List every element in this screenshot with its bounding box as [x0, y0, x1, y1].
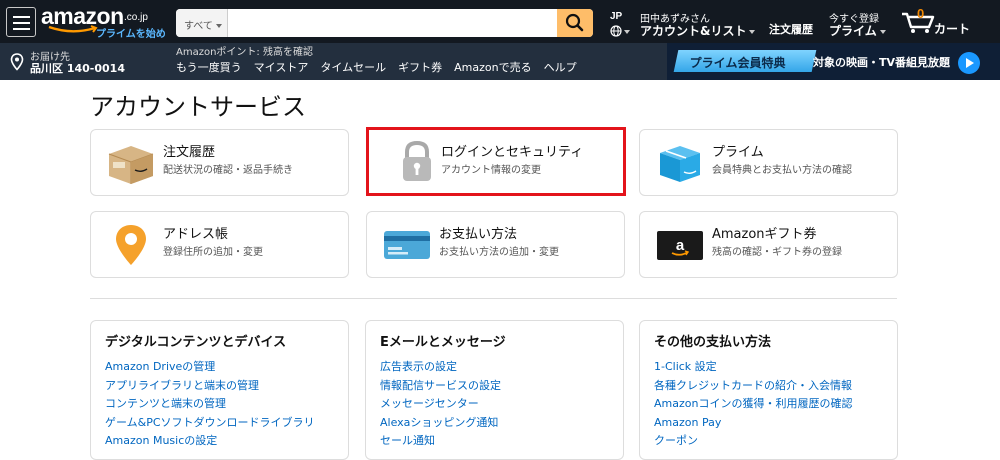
search-category-label: すべて — [184, 21, 213, 32]
card-title: プライム — [712, 145, 764, 160]
link-coupons[interactable]: クーポン — [654, 432, 883, 451]
section-email-messages: Eメールとメッセージ 広告表示の設定 情報配信サービスの設定 メッセージセンター… — [365, 320, 624, 460]
card-address-book[interactable]: アドレス帳 登録住所の追加・変更 — [90, 211, 349, 278]
deliver-to-address: 品川区 140-0014 — [30, 62, 125, 75]
prime-box-icon — [660, 146, 700, 182]
subnav-link-gift-card[interactable]: ギフト券 — [398, 59, 442, 75]
globe-icon — [610, 25, 622, 37]
prime-label: プライム — [829, 22, 886, 39]
account-lists-label: アカウント&リスト — [640, 22, 756, 39]
link-info-delivery[interactable]: 情報配信サービスの設定 — [380, 377, 609, 396]
menu-line — [13, 16, 30, 18]
card-subtitle: 登録住所の追加・変更 — [163, 247, 263, 258]
amazon-logo[interactable]: amazon .co.jp プライムを始める — [41, 3, 169, 55]
card-subtitle: 会員特典とお支払い方法の確認 — [712, 165, 852, 176]
svg-text:a: a — [676, 237, 685, 254]
link-content-devices[interactable]: コンテンツと端末の管理 — [105, 395, 334, 414]
prime-benefit-badge: プライム会員特典 — [673, 50, 817, 72]
map-pin-icon — [116, 225, 146, 265]
account-menu[interactable]: 田中あずみさん アカウント&リスト — [640, 10, 758, 38]
link-alexa-notifications[interactable]: Alexaショッピング通知 — [380, 414, 609, 433]
top-nav: amazon .co.jp プライムを始める すべて JP 田中あずみさん アカ… — [0, 0, 1000, 55]
card-title: お支払い方法 — [439, 227, 518, 242]
chevron-down-icon — [215, 24, 222, 28]
orders-link[interactable]: 注文履歴 — [769, 21, 813, 37]
search-button[interactable] — [557, 9, 593, 37]
link-app-library[interactable]: アプリライブラリと端末の管理 — [105, 377, 334, 396]
search-input[interactable] — [229, 9, 557, 37]
link-game-pc-library[interactable]: ゲーム&PCソフトダウンロードライブラリ — [105, 414, 334, 433]
cart-count: 0 — [917, 6, 925, 21]
card-payment-methods[interactable]: お支払い方法 お支払い方法の追加・変更 — [366, 211, 625, 278]
section-digital-content: デジタルコンテンツとデバイス Amazon Driveの管理 アプリライブラリと… — [90, 320, 349, 460]
card-title: 注文履歴 — [163, 145, 216, 160]
subnav-link-buy-again[interactable]: もう一度買う — [176, 59, 242, 75]
lock-icon — [403, 140, 431, 181]
search-bar: すべて — [176, 9, 593, 37]
cart-button[interactable]: 0 カート — [901, 6, 973, 38]
link-amazon-coins[interactable]: Amazonコインの獲得・利用履歴の確認 — [654, 395, 883, 414]
card-subtitle: 残高の確認・ギフト券の登録 — [712, 247, 842, 258]
language-selector[interactable]: JP — [609, 11, 633, 37]
page-title: アカウントサービス — [90, 93, 306, 121]
menu-line — [13, 28, 30, 30]
subnav-link-sell[interactable]: Amazonで売る — [454, 59, 531, 75]
link-message-center[interactable]: メッセージセンター — [380, 395, 609, 414]
card-title: アドレス帳 — [163, 227, 229, 242]
link-amazon-drive[interactable]: Amazon Driveの管理 — [105, 358, 334, 377]
link-sale-notifications[interactable]: セール通知 — [380, 432, 609, 451]
location-pin-icon — [10, 53, 24, 71]
prime-video-banner[interactable]: プライム会員特典 対象の映画・TV番組見放題 — [667, 43, 1000, 80]
section-divider — [90, 298, 897, 299]
prime-watch-text: 対象の映画・TV番組見放題 — [813, 56, 951, 69]
link-ad-settings[interactable]: 広告表示の設定 — [380, 358, 609, 377]
link-amazon-music-settings[interactable]: Amazon Musicの設定 — [105, 432, 334, 451]
package-icon — [108, 146, 154, 184]
section-title: Eメールとメッセージ — [380, 335, 506, 350]
prime-benefit-text: プライム会員特典 — [689, 56, 786, 70]
subnav-links: もう一度買う マイストア タイムセール ギフト券 Amazonで売る ヘルプ — [176, 59, 577, 75]
cart-label: カート — [934, 22, 971, 36]
menu-line — [13, 22, 30, 24]
account-lists-text: アカウント&リスト — [640, 24, 747, 38]
search-category-dropdown[interactable]: すべて — [176, 9, 228, 37]
deliver-to-button[interactable]: お届け先 品川区 140-0014 — [10, 48, 130, 76]
chevron-down-icon — [749, 29, 756, 34]
card-subtitle: 配送状況の確認・返品手続き — [163, 165, 293, 176]
chevron-down-icon — [624, 30, 630, 34]
section-other-payments: その他の支払い方法 1-Click 設定 各種クレジットカードの紹介・入会情報 … — [639, 320, 898, 460]
credit-card-icon — [384, 231, 430, 259]
card-prime[interactable]: プライム 会員特典とお支払い方法の確認 — [639, 129, 898, 196]
play-icon — [958, 52, 980, 74]
points-link[interactable]: Amazonポイント: 残高を確認 — [176, 43, 313, 58]
gift-card-icon: a — [657, 231, 703, 260]
subnav-link-help[interactable]: ヘルプ — [544, 59, 577, 75]
link-one-click[interactable]: 1-Click 設定 — [654, 358, 883, 377]
chevron-down-icon — [879, 29, 886, 34]
link-credit-cards[interactable]: 各種クレジットカードの紹介・入会情報 — [654, 377, 883, 396]
hamburger-menu-button[interactable] — [6, 7, 36, 37]
card-gift-card[interactable]: a Amazonギフト券 残高の確認・ギフト券の登録 — [639, 211, 898, 278]
card-orders[interactable]: 注文履歴 配送状況の確認・返品手続き — [90, 129, 349, 196]
link-amazon-pay[interactable]: Amazon Pay — [654, 414, 883, 433]
card-login-security[interactable]: ログインとセキュリティ アカウント情報の変更 — [366, 127, 626, 196]
card-title: Amazonギフト券 — [712, 227, 817, 242]
section-title: その他の支払い方法 — [654, 335, 772, 350]
logo-tld: .co.jp — [124, 12, 148, 23]
sub-nav: お届け先 品川区 140-0014 Amazonポイント: 残高を確認 もう一度… — [0, 43, 1000, 80]
card-subtitle: お支払い方法の追加・変更 — [439, 247, 559, 258]
card-subtitle: アカウント情報の変更 — [441, 165, 541, 176]
card-title: ログインとセキュリティ — [441, 145, 584, 160]
search-icon — [565, 13, 584, 32]
section-title: デジタルコンテンツとデバイス — [105, 335, 287, 350]
subnav-link-time-sale[interactable]: タイムセール — [320, 59, 386, 75]
prime-label-text: プライム — [829, 24, 877, 38]
language-code: JP — [610, 11, 623, 22]
subnav-link-my-store[interactable]: マイストア — [254, 59, 309, 75]
